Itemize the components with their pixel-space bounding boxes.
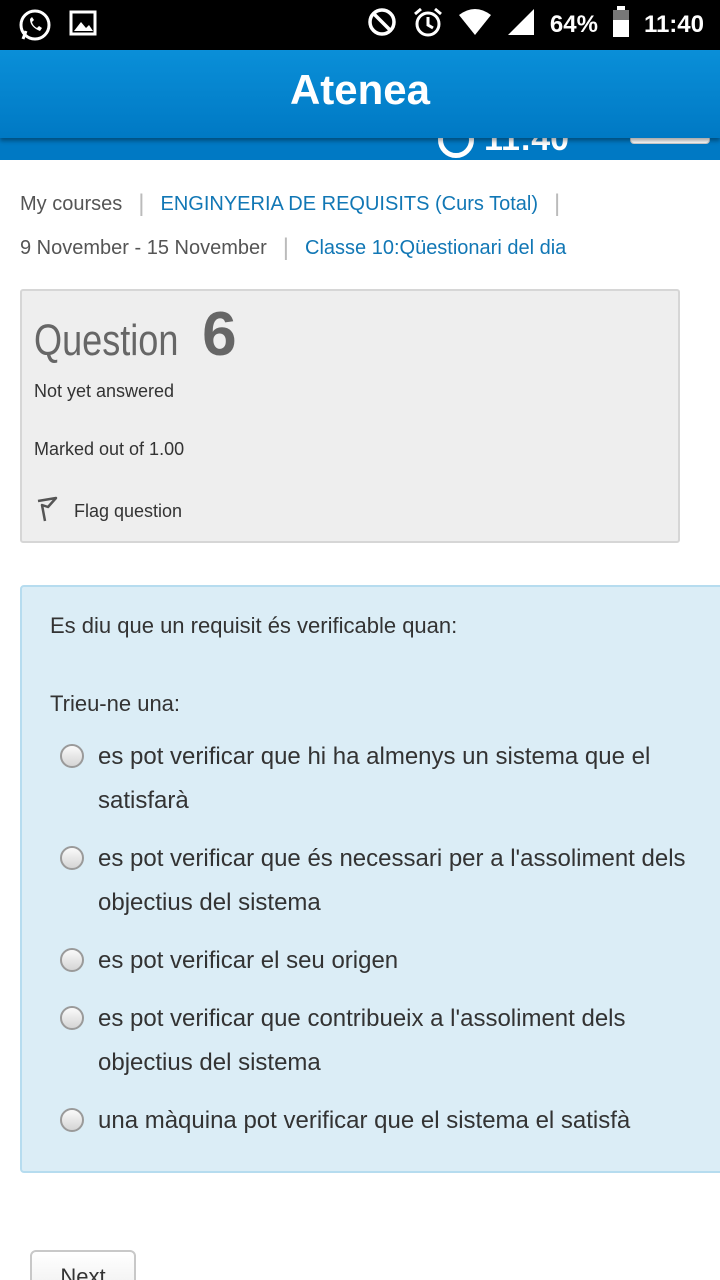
breadcrumb-separator: | [282, 234, 290, 261]
question-info: Question 6 Not yet answered Marked out o… [20, 289, 680, 543]
question-word: Question [34, 316, 179, 365]
timer-icon [438, 138, 474, 158]
answer-option[interactable]: es pot verificar que és necessari per a … [60, 837, 710, 925]
question-number: 6 [202, 300, 237, 369]
answer-label[interactable]: es pot verificar el seu origen [98, 939, 398, 983]
answer-label[interactable]: es pot verificar que hi ha almenys un si… [98, 735, 710, 823]
do-not-disturb-icon [366, 6, 398, 45]
image-icon [68, 8, 102, 42]
whatsapp-icon [18, 8, 52, 42]
answer-option[interactable]: es pot verificar el seu origen [60, 939, 710, 983]
app-title: Atenea [289, 66, 431, 113]
next-button[interactable]: Next [30, 1250, 136, 1280]
breadcrumb-separator: | [553, 190, 561, 217]
answer-radio[interactable] [60, 948, 84, 972]
breadcrumb-my-courses[interactable]: My courses [20, 182, 122, 226]
quiz-nav-button[interactable] [630, 138, 710, 144]
answer-list: es pot verificar que hi ha almenys un si… [60, 735, 710, 1157]
answer-prompt: Trieu-ne una: [50, 691, 181, 716]
breadcrumb-week: 9 November - 15 November [20, 237, 267, 259]
answer-option[interactable]: una màquina pot verificar que el sistema… [60, 1099, 710, 1143]
question-content: Es diu que un requisit és verificable qu… [20, 585, 720, 1173]
answer-radio[interactable] [60, 846, 84, 870]
answer-label[interactable]: una màquina pot verificar que el sistema… [98, 1099, 630, 1143]
timer-value: 11:40 [484, 138, 570, 158]
answer-radio[interactable] [60, 1006, 84, 1030]
wifi-icon [458, 7, 492, 44]
question-heading: Question 6 [34, 299, 237, 370]
breadcrumb-separator: | [138, 190, 145, 217]
flag-icon [34, 495, 60, 528]
status-clock: 11:40 [643, 11, 704, 38]
battery-percent: 64% [549, 11, 598, 38]
app-bar: Atenea [0, 50, 720, 138]
question-grade: Marked out of 1.00 [34, 439, 185, 459]
question-state: Not yet answered [34, 381, 175, 401]
question-text: Es diu que un requisit és verificable qu… [50, 613, 458, 638]
breadcrumb: My courses | ENGINYERIA DE REQUISITS (Cu… [20, 182, 710, 270]
breadcrumb-course[interactable]: ENGINYERIA DE REQUISITS (Curs Total) [160, 182, 538, 226]
answer-option[interactable]: es pot verificar que contribueix a l'ass… [60, 997, 710, 1085]
flag-question-label: Flag question [74, 501, 183, 521]
answer-option[interactable]: es pot verificar que hi ha almenys un si… [60, 735, 710, 823]
signal-icon [506, 7, 536, 44]
quiz-timer-bar: 11:40 [0, 138, 720, 160]
flag-question-button[interactable]: Flag question [34, 495, 182, 528]
alarm-icon [412, 6, 444, 45]
breadcrumb-quiz[interactable]: Classe 10:Qüestionari del dia [305, 226, 566, 270]
answer-label[interactable]: es pot verificar que és necessari per a … [98, 837, 710, 925]
answer-label[interactable]: es pot verificar que contribueix a l'ass… [98, 997, 710, 1085]
status-bar: 64% 11:40 [0, 0, 720, 50]
battery-icon [612, 5, 630, 45]
quiz-timer: 11:40 [438, 138, 569, 159]
answer-radio[interactable] [60, 1108, 84, 1132]
answer-radio[interactable] [60, 744, 84, 768]
